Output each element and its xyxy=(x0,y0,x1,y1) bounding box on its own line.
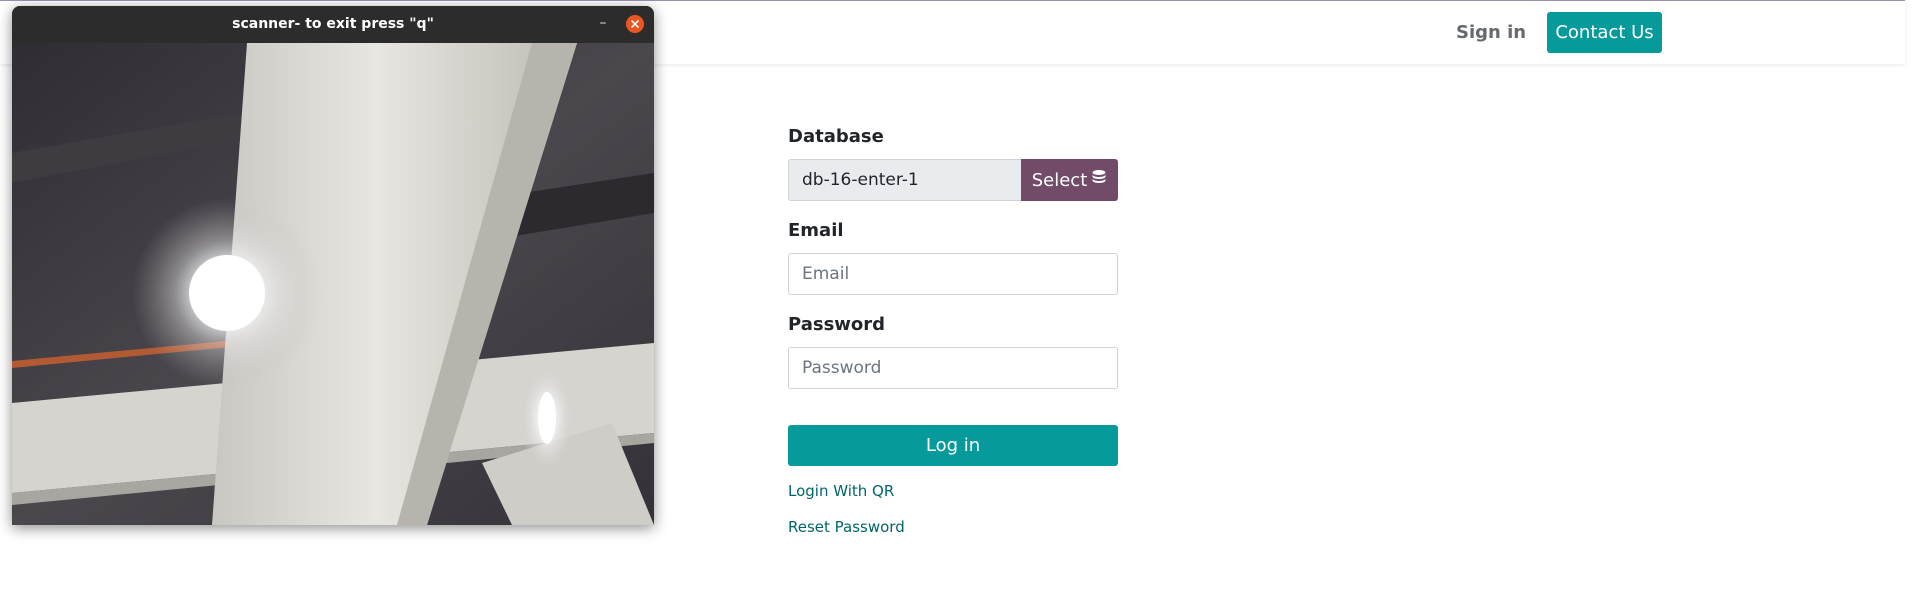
minimize-icon[interactable]: – xyxy=(595,15,611,31)
close-icon[interactable] xyxy=(626,15,644,33)
scanner-window-title: scanner- to exit press "q" xyxy=(232,16,434,32)
database-icon xyxy=(1091,169,1107,191)
sign-in-link[interactable]: Sign in xyxy=(1456,22,1526,43)
password-label: Password xyxy=(788,314,886,335)
select-button-label: Select xyxy=(1031,169,1088,191)
page: Sign in Contact Us Database db-16-enter-… xyxy=(0,0,1920,600)
scanner-window[interactable]: scanner- to exit press "q" – xyxy=(12,6,654,525)
reset-password-link[interactable]: Reset Password xyxy=(788,518,905,536)
contact-us-button[interactable]: Contact Us xyxy=(1547,12,1662,53)
email-input[interactable] xyxy=(788,253,1118,295)
database-input-group: db-16-enter-1 Select xyxy=(788,159,1118,201)
login-button[interactable]: Log in xyxy=(788,425,1118,466)
email-label: Email xyxy=(788,220,844,241)
select-database-button[interactable]: Select xyxy=(1021,159,1118,201)
login-with-qr-link[interactable]: Login With QR xyxy=(788,482,894,500)
camera-feed-image xyxy=(12,43,654,525)
password-input[interactable] xyxy=(788,347,1118,389)
camera-feed xyxy=(12,43,654,525)
database-label: Database xyxy=(788,126,884,147)
scanner-titlebar[interactable]: scanner- to exit press "q" – xyxy=(12,6,654,43)
database-field[interactable]: db-16-enter-1 xyxy=(788,159,1021,201)
